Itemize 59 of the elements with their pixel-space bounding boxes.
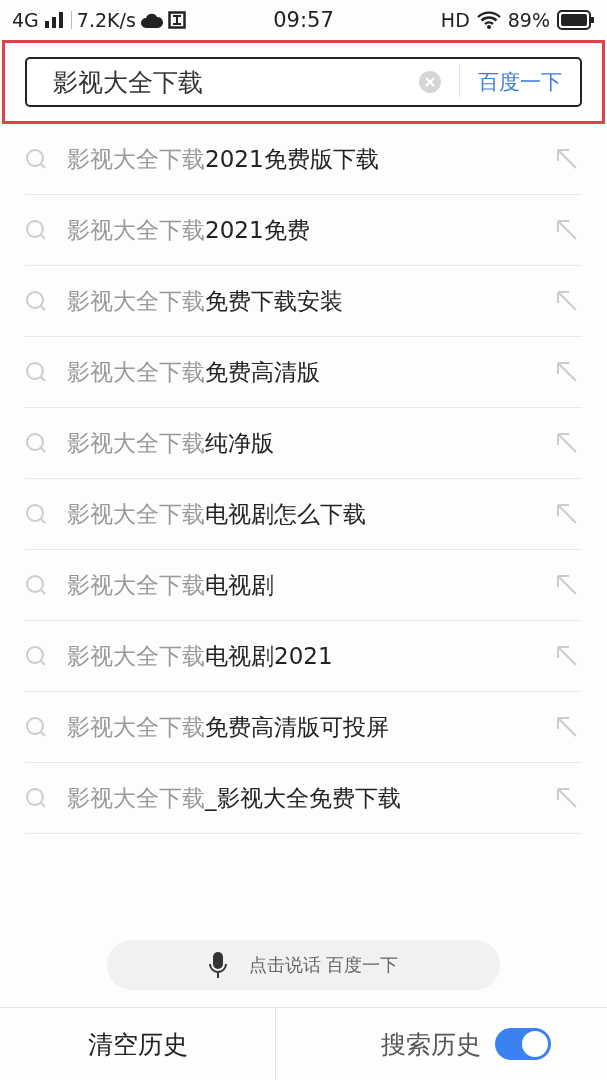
suggestion-item[interactable]: 影视大全下载免费下载安装 xyxy=(25,266,582,337)
search-icon xyxy=(25,503,47,525)
fill-arrow-icon[interactable] xyxy=(556,716,578,738)
suggestion-item[interactable]: 影视大全下载纯净版 xyxy=(25,408,582,479)
search-icon xyxy=(25,787,47,809)
suggestion-item[interactable]: 影视大全下载2021免费版下载 xyxy=(25,124,582,195)
suggestion-text: 影视大全下载电视剧怎么下载 xyxy=(67,499,367,529)
network-speed: 7.2K/s xyxy=(76,9,136,31)
clear-icon[interactable] xyxy=(419,71,441,93)
history-toggle[interactable] xyxy=(495,1028,551,1060)
suggestion-item[interactable]: 影视大全下载电视剧 xyxy=(25,550,582,621)
wifi-icon xyxy=(476,11,501,29)
search-icon xyxy=(25,716,47,738)
search-icon xyxy=(25,432,47,454)
suggestion-text: 影视大全下载免费下载安装 xyxy=(67,286,344,316)
suggestion-text: 影视大全下载纯净版 xyxy=(67,428,275,458)
voice-button[interactable]: 点击说话 百度一下 xyxy=(107,940,500,990)
search-icon xyxy=(25,219,47,241)
search-field[interactable]: 影视大全下载 百度一下 xyxy=(25,57,582,107)
suggestion-text: 影视大全下载免费高清版可投屏 xyxy=(67,712,390,742)
suggestion-item[interactable]: 影视大全下载电视剧怎么下载 xyxy=(25,479,582,550)
microphone-icon xyxy=(208,952,227,978)
search-icon xyxy=(25,361,47,383)
fill-arrow-icon[interactable] xyxy=(556,787,578,809)
cloud-icon xyxy=(140,12,163,28)
suggestion-item[interactable]: 影视大全下载2021免费 xyxy=(25,195,582,266)
search-icon xyxy=(25,148,47,170)
hd-indicator: HD xyxy=(440,9,470,31)
fill-arrow-icon[interactable] xyxy=(556,148,578,170)
fill-arrow-icon[interactable] xyxy=(556,432,578,454)
suggestion-text: 影视大全下载2021免费 xyxy=(67,215,311,245)
search-button[interactable]: 百度一下 xyxy=(478,68,562,96)
network-type: 4G xyxy=(12,9,39,31)
suggestion-text: 影视大全下载电视剧 xyxy=(67,570,275,600)
signal-icon xyxy=(43,12,66,28)
fill-arrow-icon[interactable] xyxy=(556,645,578,667)
suggestion-item[interactable]: 影视大全下载免费高清版 xyxy=(25,337,582,408)
fill-arrow-icon[interactable] xyxy=(556,290,578,312)
suggestion-text: 影视大全下载_影视大全免费下载 xyxy=(67,783,402,813)
suggestion-text: 影视大全下载2021免费版下载 xyxy=(67,144,380,174)
battery-level: 89% xyxy=(507,9,550,31)
fill-arrow-icon[interactable] xyxy=(556,503,578,525)
fill-arrow-icon[interactable] xyxy=(556,219,578,241)
suggestion-item[interactable]: 影视大全下载电视剧2021 xyxy=(25,621,582,692)
battery-icon xyxy=(557,10,595,30)
suggestion-item[interactable]: 影视大全下载_影视大全免费下载 xyxy=(25,763,582,834)
search-icon xyxy=(25,574,47,596)
voice-label: 点击说话 百度一下 xyxy=(248,953,399,977)
suggestion-text: 影视大全下载电视剧2021 xyxy=(67,641,334,671)
search-icon xyxy=(25,645,47,667)
fill-arrow-icon[interactable] xyxy=(556,361,578,383)
suggestion-text: 影视大全下载免费高清版 xyxy=(67,357,321,387)
clock: 09:57 xyxy=(273,8,334,32)
square-icon xyxy=(167,11,186,29)
search-history-label: 搜索历史 xyxy=(381,1028,481,1061)
clear-history-button[interactable]: 清空历史 xyxy=(87,1027,188,1061)
fill-arrow-icon[interactable] xyxy=(556,574,578,596)
suggestion-item[interactable]: 影视大全下载免费高清版可投屏 xyxy=(25,692,582,763)
search-icon xyxy=(25,290,47,312)
